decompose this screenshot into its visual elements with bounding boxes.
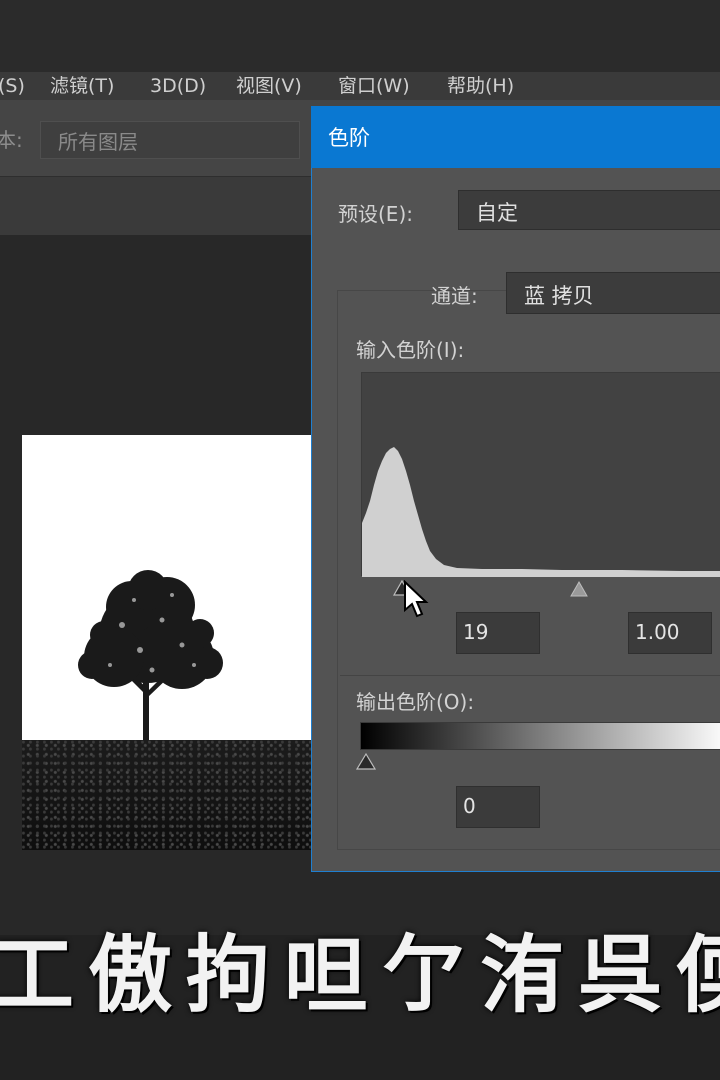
output-black-field[interactable]: 0 — [456, 786, 540, 828]
output-gradient-bar — [360, 722, 720, 750]
document-image — [22, 435, 322, 850]
dialog-title-bar[interactable] — [311, 106, 720, 168]
tree-silhouette — [78, 570, 223, 740]
menu-item-3d[interactable]: 3D(D) — [150, 72, 206, 100]
preset-value: 自定 — [476, 201, 518, 225]
menu-item-select[interactable]: (S) — [0, 72, 25, 100]
dialog-title: 色阶 — [328, 126, 370, 150]
image-ground — [22, 740, 322, 850]
sample-label: 本: — [0, 128, 23, 152]
sample-layers-value: 所有图层 — [58, 130, 138, 154]
gamma-slider-icon[interactable] — [569, 580, 589, 600]
video-subtitle: 工傲拘呾亇洧呉偄 — [0, 926, 720, 1024]
divider — [340, 675, 720, 676]
input-gamma-field[interactable]: 1.00 — [628, 612, 712, 654]
output-levels-label: 输出色阶(O): — [356, 690, 475, 714]
input-levels-label: 输入色阶(I): — [356, 338, 465, 362]
preset-label: 预设(E): — [338, 202, 413, 226]
menu-bar: (S) 滤镜(T) 3D(D) 视图(V) 窗口(W) 帮助(H) — [0, 72, 720, 100]
cursor-arrow-icon — [404, 580, 429, 618]
menu-item-view[interactable]: 视图(V) — [236, 72, 302, 100]
channel-label: 通道: — [431, 284, 478, 308]
menu-item-filter[interactable]: 滤镜(T) — [50, 72, 114, 100]
output-black-slider-icon[interactable] — [355, 752, 377, 772]
top-black-band — [0, 0, 720, 72]
menu-item-help[interactable]: 帮助(H) — [447, 72, 514, 100]
histogram — [361, 372, 720, 577]
menu-item-window[interactable]: 窗口(W) — [338, 72, 410, 100]
channel-value: 蓝 拷贝 — [524, 284, 594, 308]
input-black-field[interactable]: 19 — [456, 612, 540, 654]
